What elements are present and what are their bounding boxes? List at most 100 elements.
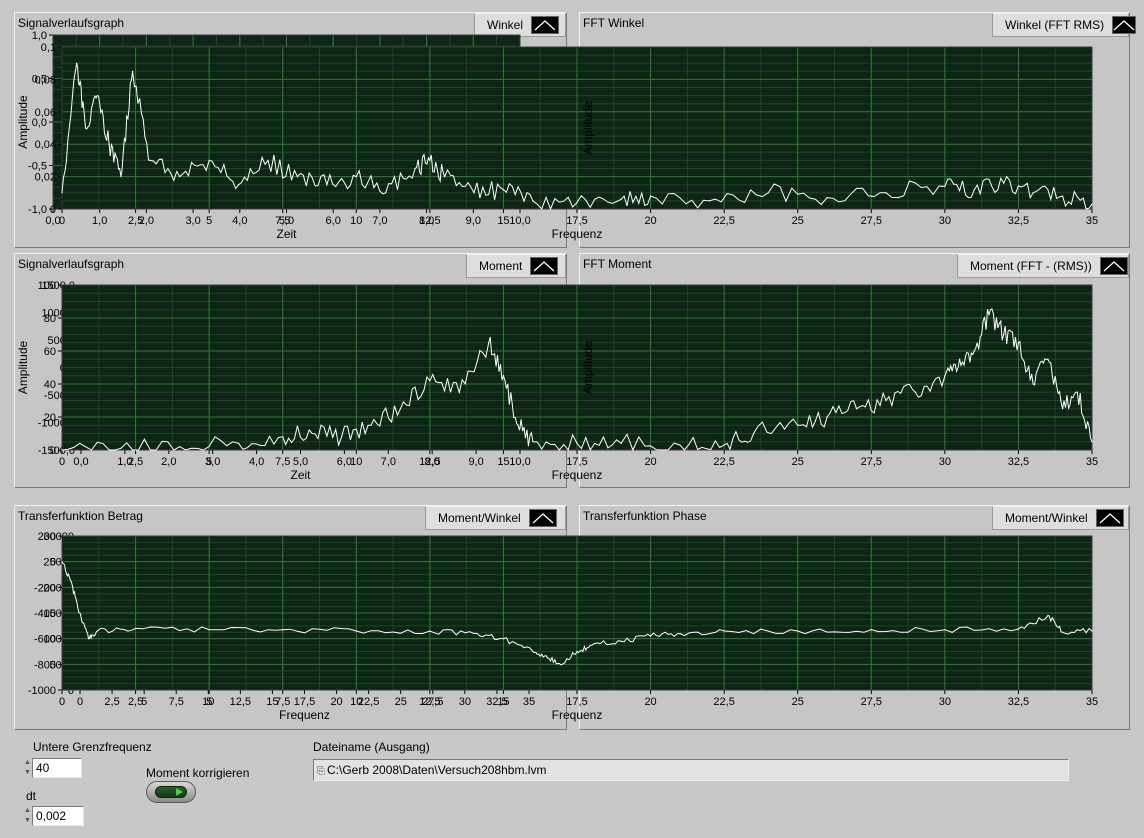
data-point bbox=[429, 159, 431, 161]
data-point bbox=[797, 630, 799, 632]
x-tick-label: 17,5 bbox=[566, 215, 587, 227]
filename-path-field[interactable]: ⎘ C:\Gerb 2008\Daten\Versuch208hbm.lvm bbox=[313, 759, 1069, 781]
plot-area: 0 2,5 5 7,5 10 12,5 15 17,5 20 22,5 25 27,5 30 32,5 35… bbox=[35, 42, 1099, 241]
lower-cutoff-control[interactable]: ▲ ▼ 40 bbox=[23, 758, 82, 778]
data-point bbox=[973, 188, 975, 191]
data-point bbox=[532, 650, 534, 653]
x-tick-label: 2,5 bbox=[104, 696, 119, 708]
data-point bbox=[237, 184, 240, 186]
y-axis-title: Amplitude bbox=[581, 341, 595, 395]
data-point bbox=[708, 200, 711, 202]
y-tick-label: 0 bbox=[50, 445, 56, 457]
data-point bbox=[502, 188, 505, 191]
x-axis-title: Frequenz bbox=[552, 708, 603, 722]
filename-value: C:\Gerb 2008\Daten\Versuch208hbm.lvm bbox=[327, 763, 547, 777]
data-point bbox=[179, 446, 181, 448]
y-tick-label: -800 bbox=[34, 659, 56, 671]
data-point bbox=[532, 441, 534, 443]
x-tick-label: 7,5 bbox=[275, 456, 290, 468]
data-point bbox=[1061, 631, 1064, 633]
x-tick-label: 2,0 bbox=[161, 456, 176, 468]
x-tick-label: 1,0 bbox=[92, 215, 107, 227]
data-point bbox=[1091, 203, 1093, 205]
y-tick-label: 100 bbox=[38, 280, 56, 292]
correct-moment-label: Moment korrigieren bbox=[146, 766, 250, 780]
data-point bbox=[84, 127, 87, 129]
x-tick-label: 35 bbox=[523, 696, 535, 708]
x-tick-label: 20 bbox=[644, 215, 656, 227]
data-point bbox=[370, 424, 372, 426]
x-tick-label: 4,0 bbox=[249, 456, 264, 468]
data-point bbox=[502, 638, 505, 640]
data-point bbox=[208, 159, 210, 161]
data-point bbox=[576, 201, 578, 204]
dt-label: dt bbox=[26, 789, 37, 803]
x-tick-label: 2,5 bbox=[128, 215, 143, 227]
data-point bbox=[561, 663, 563, 665]
x-tick-label: 4,0 bbox=[232, 215, 247, 227]
dt-input[interactable]: 0,002 bbox=[32, 806, 84, 826]
x-tick-label: 2,5 bbox=[128, 456, 143, 468]
data-point bbox=[944, 375, 946, 377]
y-tick-label: 0,02 bbox=[35, 172, 56, 184]
data-point bbox=[79, 612, 81, 614]
data-point bbox=[826, 197, 828, 199]
spinner-arrows-icon[interactable]: ▲ ▼ bbox=[23, 806, 32, 826]
x-tick-label: 20 bbox=[644, 456, 656, 468]
data-point bbox=[944, 629, 946, 631]
y-axis-title: Amplitude bbox=[581, 101, 595, 155]
x-tick-label: 7,0 bbox=[372, 215, 387, 227]
data-point bbox=[473, 192, 475, 194]
lower-cutoff-input[interactable]: 40 bbox=[32, 758, 82, 778]
data-point bbox=[458, 391, 460, 393]
x-tick-label: 27,5 bbox=[861, 215, 882, 227]
x-tick-label: 5,0 bbox=[293, 456, 308, 468]
data-point bbox=[61, 449, 63, 451]
x-tick-label: 5 bbox=[206, 456, 212, 468]
x-tick-label: 9,0 bbox=[466, 215, 481, 227]
y-tick-label: 1,0 bbox=[32, 30, 47, 42]
data-point bbox=[1003, 182, 1005, 184]
x-tick-label: 30 bbox=[939, 696, 951, 708]
y-tick-label: -600 bbox=[34, 634, 56, 646]
data-point bbox=[87, 638, 90, 640]
spinner-arrows-icon[interactable]: ▲ ▼ bbox=[23, 758, 32, 778]
x-tick-label: 7,5 bbox=[275, 215, 290, 227]
data-point bbox=[752, 432, 755, 435]
x-tick-label: 6,0 bbox=[326, 215, 341, 227]
x-tick-label: 0 bbox=[59, 696, 65, 708]
x-tick-label: 12,5 bbox=[419, 696, 440, 708]
data-point bbox=[326, 184, 328, 186]
x-axis-title: Zeit bbox=[290, 468, 311, 482]
data-point bbox=[517, 424, 519, 426]
data-point bbox=[108, 143, 110, 145]
data-point bbox=[1061, 195, 1064, 197]
data-point bbox=[1076, 391, 1078, 393]
graph-panel-fft-winkel: FFT Winkel Winkel (FFT RMS) 0 2,5 5 7,5 10 12,5… bbox=[35, 12, 1137, 248]
plot-area: 0 2,5 5 7,5 10 12,5 15 17,5 20 22,5 25 27,5 30 32,5 35… bbox=[28, 531, 1098, 722]
data-point bbox=[649, 635, 652, 637]
x-tick-label: 32,5 bbox=[1008, 215, 1029, 227]
y-tick-label: 20 bbox=[44, 412, 56, 424]
x-tick-label: 0 bbox=[59, 456, 65, 468]
x-tick-label: 22,5 bbox=[713, 456, 734, 468]
x-tick-label: 25 bbox=[792, 456, 804, 468]
correct-moment-button[interactable] bbox=[146, 781, 196, 803]
x-tick-label: 32,5 bbox=[1008, 456, 1029, 468]
data-point bbox=[96, 95, 98, 97]
y-axis-title: Amplitude bbox=[16, 341, 30, 395]
path-browse-icon[interactable]: ⎘ bbox=[317, 766, 325, 777]
data-point bbox=[1091, 441, 1093, 443]
data-point bbox=[502, 375, 505, 377]
data-point bbox=[797, 424, 799, 426]
y-tick-label: 0,04 bbox=[35, 139, 56, 151]
dt-control[interactable]: ▲ ▼ 0,002 bbox=[23, 806, 84, 826]
y-tick-label: 0 bbox=[50, 204, 56, 216]
data-point bbox=[679, 632, 681, 635]
data-point bbox=[179, 176, 181, 178]
data-point bbox=[61, 561, 63, 563]
y-tick-label: -1,0 bbox=[28, 204, 47, 216]
x-tick-label: 30 bbox=[939, 456, 951, 468]
data-point bbox=[61, 192, 63, 194]
data-point bbox=[885, 192, 887, 194]
